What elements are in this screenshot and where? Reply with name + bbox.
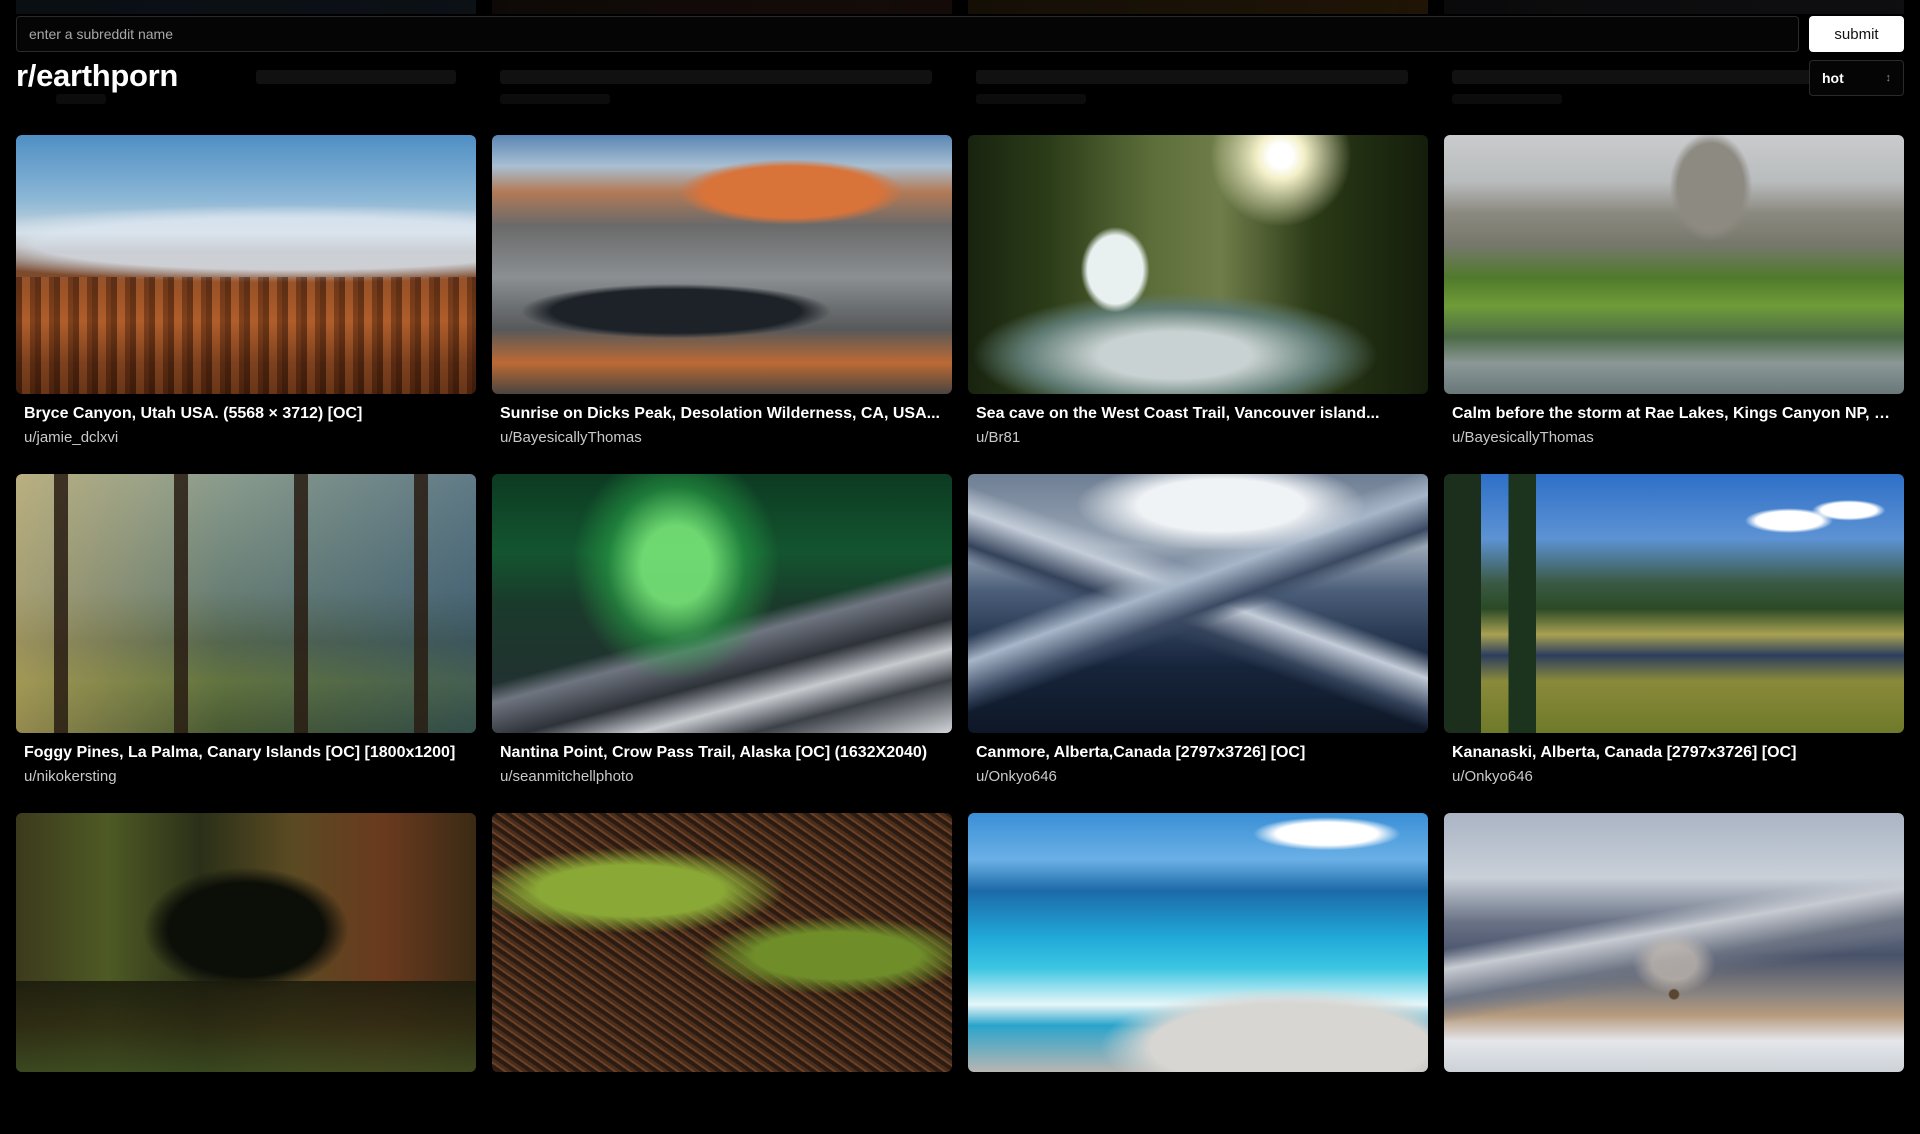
post-thumbnail[interactable] [968, 135, 1428, 394]
post-grid: Bryce Canyon, Utah USA. (5568 × 3712) [O… [16, 135, 1904, 1134]
post-card[interactable]: Sea cave on the West Coast Trail, Vancou… [968, 135, 1428, 456]
post-card[interactable]: Canmore, Alberta,Canada [2797x3726] [OC]… [968, 474, 1428, 795]
post-card[interactable] [1444, 813, 1904, 1134]
post-author[interactable]: u/BayesicallyThomas [492, 429, 952, 446]
post-thumbnail[interactable] [1444, 813, 1904, 1072]
post-thumbnail[interactable] [1444, 135, 1904, 394]
post-card[interactable]: Bryce Canyon, Utah USA. (5568 × 3712) [O… [16, 135, 476, 456]
post-title: Kananaski, Alberta, Canada [2797x3726] [… [1452, 744, 1797, 761]
post-card[interactable] [492, 813, 952, 1134]
post-title: Calm before the storm at Rae Lakes, King… [1452, 405, 1896, 422]
post-title: Sunrise on Dicks Peak, Desolation Wilder… [500, 405, 940, 422]
post-card[interactable] [16, 813, 476, 1134]
subreddit-title: r/earthporn [16, 58, 179, 93]
sort-selected-value: hot [1822, 70, 1844, 86]
post-thumbnail[interactable] [16, 813, 476, 1072]
post-card[interactable]: Kananaski, Alberta, Canada [2797x3726] [… [1444, 474, 1904, 795]
top-bar: submit [16, 16, 1904, 52]
post-author[interactable]: u/Onkyo646 [1444, 768, 1904, 785]
post-thumbnail[interactable] [492, 135, 952, 394]
post-card[interactable]: Nantina Point, Crow Pass Trail, Alaska [… [492, 474, 952, 795]
post-thumbnail[interactable] [16, 135, 476, 394]
post-title: Nantina Point, Crow Pass Trail, Alaska [… [500, 744, 928, 761]
chevron-updown-icon: ↕ [1885, 71, 1892, 84]
submit-button[interactable]: submit [1809, 16, 1904, 52]
scrolled-captions-ghost [0, 66, 1920, 110]
post-author[interactable]: u/Onkyo646 [968, 768, 1428, 785]
post-card[interactable]: Calm before the storm at Rae Lakes, King… [1444, 135, 1904, 456]
post-title: Canmore, Alberta,Canada [2797x3726] [OC] [976, 744, 1306, 761]
post-title: Foggy Pines, La Palma, Canary Islands [O… [24, 744, 456, 761]
post-thumbnail[interactable] [1444, 474, 1904, 733]
post-title: Sea cave on the West Coast Trail, Vancou… [976, 405, 1380, 422]
post-author[interactable]: u/jamie_dclxvi [16, 429, 476, 446]
post-author[interactable]: u/Br81 [968, 429, 1428, 446]
post-title: Bryce Canyon, Utah USA. (5568 × 3712) [O… [24, 405, 363, 422]
scrolled-content-ghost [0, 0, 1920, 14]
sort-select[interactable]: hot ↕ [1809, 60, 1904, 96]
post-card[interactable] [968, 813, 1428, 1134]
subreddit-search-input[interactable] [16, 16, 1799, 52]
post-card[interactable]: Sunrise on Dicks Peak, Desolation Wilder… [492, 135, 952, 456]
post-thumbnail[interactable] [968, 813, 1428, 1072]
post-thumbnail[interactable] [968, 474, 1428, 733]
post-thumbnail[interactable] [492, 813, 952, 1072]
post-card[interactable]: Foggy Pines, La Palma, Canary Islands [O… [16, 474, 476, 795]
post-thumbnail[interactable] [492, 474, 952, 733]
post-author[interactable]: u/BayesicallyThomas [1444, 429, 1904, 446]
post-author[interactable]: u/seanmitchellphoto [492, 768, 952, 785]
post-thumbnail[interactable] [16, 474, 476, 733]
post-author[interactable]: u/nikokersting [16, 768, 476, 785]
